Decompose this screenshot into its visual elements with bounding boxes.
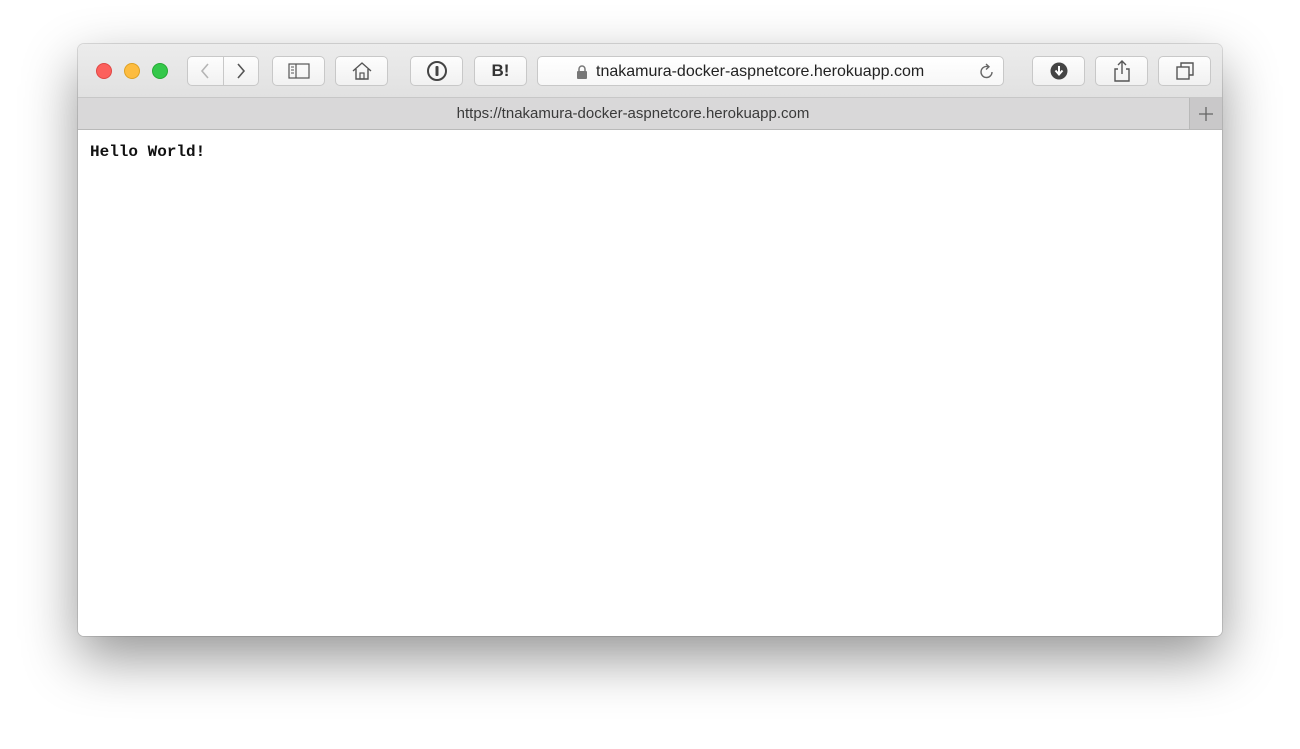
password-manager-button[interactable] xyxy=(410,56,463,86)
browser-window: B! tnakamura-docker-aspnetcore.herokuapp… xyxy=(78,44,1222,636)
minimize-icon[interactable] xyxy=(124,63,140,79)
close-icon[interactable] xyxy=(96,63,112,79)
share-button[interactable] xyxy=(1095,56,1148,86)
sidebar-button[interactable] xyxy=(272,56,325,86)
share-icon xyxy=(1113,60,1130,82)
tab-bar: https://tnakamura-docker-aspnetcore.hero… xyxy=(78,98,1222,130)
back-forward-group xyxy=(187,56,259,86)
downloads-button[interactable] xyxy=(1032,56,1085,86)
reload-icon[interactable] xyxy=(979,63,995,81)
plus-icon xyxy=(1199,106,1213,121)
chevron-right-icon xyxy=(237,63,245,79)
home-button[interactable] xyxy=(335,56,388,86)
back-button[interactable] xyxy=(188,57,223,85)
address-bar[interactable]: tnakamura-docker-aspnetcore.herokuapp.co… xyxy=(537,56,1004,86)
toolbar: B! tnakamura-docker-aspnetcore.herokuapp… xyxy=(78,44,1222,98)
chevron-left-icon xyxy=(201,63,209,79)
sidebar-icon xyxy=(287,63,310,79)
tab-overview-icon xyxy=(1175,62,1194,80)
download-icon xyxy=(1050,62,1067,80)
maximize-icon[interactable] xyxy=(152,63,168,79)
password-manager-icon xyxy=(426,61,447,81)
home-icon xyxy=(352,62,371,80)
forward-button[interactable] xyxy=(222,57,259,85)
page-content: Hello World! xyxy=(78,130,1222,636)
new-tab-button[interactable] xyxy=(1189,98,1222,129)
lock-icon xyxy=(577,65,587,79)
tab-overview-button[interactable] xyxy=(1158,56,1211,86)
tab-title[interactable]: https://tnakamura-docker-aspnetcore.hero… xyxy=(78,105,1188,122)
address-host: tnakamura-docker-aspnetcore.herokuapp.co… xyxy=(596,63,925,80)
bookmark-button[interactable]: B! xyxy=(474,56,527,86)
page-body-text: Hello World! xyxy=(90,143,206,161)
